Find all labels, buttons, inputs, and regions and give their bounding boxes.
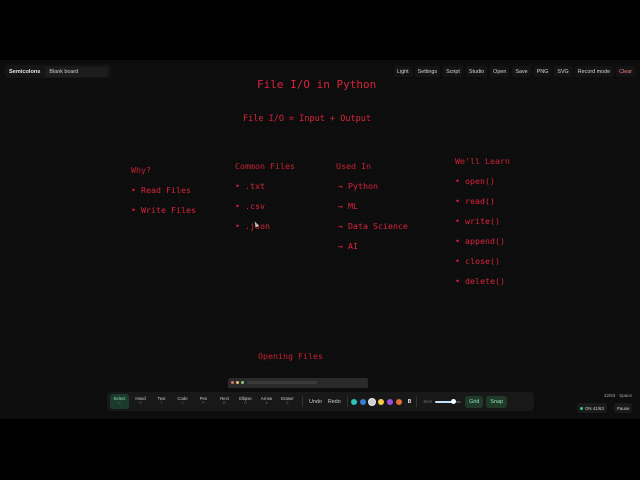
toolbar-divider [346,396,348,407]
learn-list-item: • delete() [455,276,505,286]
page-counter: 42/63 · Space [603,393,632,398]
used-list-item: → AI [338,241,358,251]
board-subtitle: File I/O = Input + Output [243,114,371,124]
color-swatch[interactable] [377,398,384,405]
live-status-label: ON 41/63 [585,405,604,411]
bold-toggle[interactable]: B [408,399,412,405]
used-list-item: → Python [338,181,378,191]
grid-toggle[interactable]: Grid [465,395,484,408]
why-list-item: • Write Files [131,205,196,215]
why-list-item: • Read Files [131,185,191,195]
stroke-size-slider[interactable] [435,398,462,404]
mini-window-preview [228,378,368,388]
tool-pen[interactable]: Pen P [194,394,213,409]
close-dot-icon [231,381,234,384]
common-files-heading: Common Files [235,161,295,171]
minimize-dot-icon [236,381,239,384]
tool-text[interactable]: Text T [152,394,171,409]
app-window: Semicolons Blank board Light Settings Scri… [0,60,640,419]
why-heading: Why? [131,165,151,175]
live-dot-icon [580,406,583,410]
tool-hand[interactable]: Hand H [131,394,150,409]
learn-list-item: • close() [455,256,500,266]
tool-shortcut: A [265,401,268,406]
snap-toggle[interactable]: Snap [486,395,507,408]
undo-button[interactable]: Undo [306,399,325,405]
tool-rect[interactable]: Rect R [215,394,234,409]
tool-arrow[interactable]: Arrow A [257,394,276,409]
learn-list-item: • write() [455,216,500,226]
tool-shortcut: P [202,401,205,406]
tool-select[interactable]: Select V [110,394,129,409]
color-swatch[interactable] [359,398,366,405]
slider-handle[interactable] [450,398,456,404]
color-swatch[interactable] [350,398,357,405]
common-list-item: • .txt [235,181,265,191]
tool-shortcut: C [181,401,184,406]
tool-code[interactable]: Code C [173,394,192,409]
tool-group: Select V Hand H Text T Code C Pen P Rect R Ellipse O A… [110,394,299,409]
color-swatches [350,398,405,405]
opening-files-heading: Opening Files [258,351,323,361]
color-swatch[interactable] [395,398,402,405]
tool-shortcut: R [223,401,226,406]
size-label: Size [423,399,433,404]
pause-button[interactable]: Pause [614,403,633,413]
used-list-item: → ML [338,201,358,211]
tool-eraser[interactable]: Eraser E [278,394,297,409]
toolbar-divider [302,396,303,407]
maximize-dot-icon [241,381,244,384]
tool-ellipse[interactable]: Ellipse O [236,394,255,409]
learn-list-item: • append() [455,236,505,246]
learn-list-item: • read() [455,196,495,206]
toolbar-divider [416,396,418,407]
mini-window-title-bar [247,381,317,384]
color-swatch[interactable] [368,398,375,405]
board-title: File I/O in Python [257,78,377,91]
tool-shortcut: T [160,401,163,406]
tool-shortcut: E [286,401,289,406]
tool-shortcut: O [244,401,247,406]
used-in-heading: Used In [336,161,371,171]
live-status-badge[interactable]: ON 41/63 [577,403,607,413]
redo-button[interactable]: Redo [325,399,344,405]
common-list-item: • .csv [235,201,265,211]
well-learn-heading: We'll Learn [455,156,510,166]
tool-shortcut: H [139,401,142,406]
color-swatch[interactable] [386,398,393,405]
learn-list-item: • open() [455,176,495,186]
whiteboard-canvas[interactable]: File I/O in Python File I/O = Input + Ou… [0,60,640,419]
tool-shortcut: V [118,401,121,406]
bottom-toolbar: Select V Hand H Text T Code C Pen P Rect R Ellipse O A… [107,392,534,411]
used-list-item: → Data Science [338,221,408,231]
